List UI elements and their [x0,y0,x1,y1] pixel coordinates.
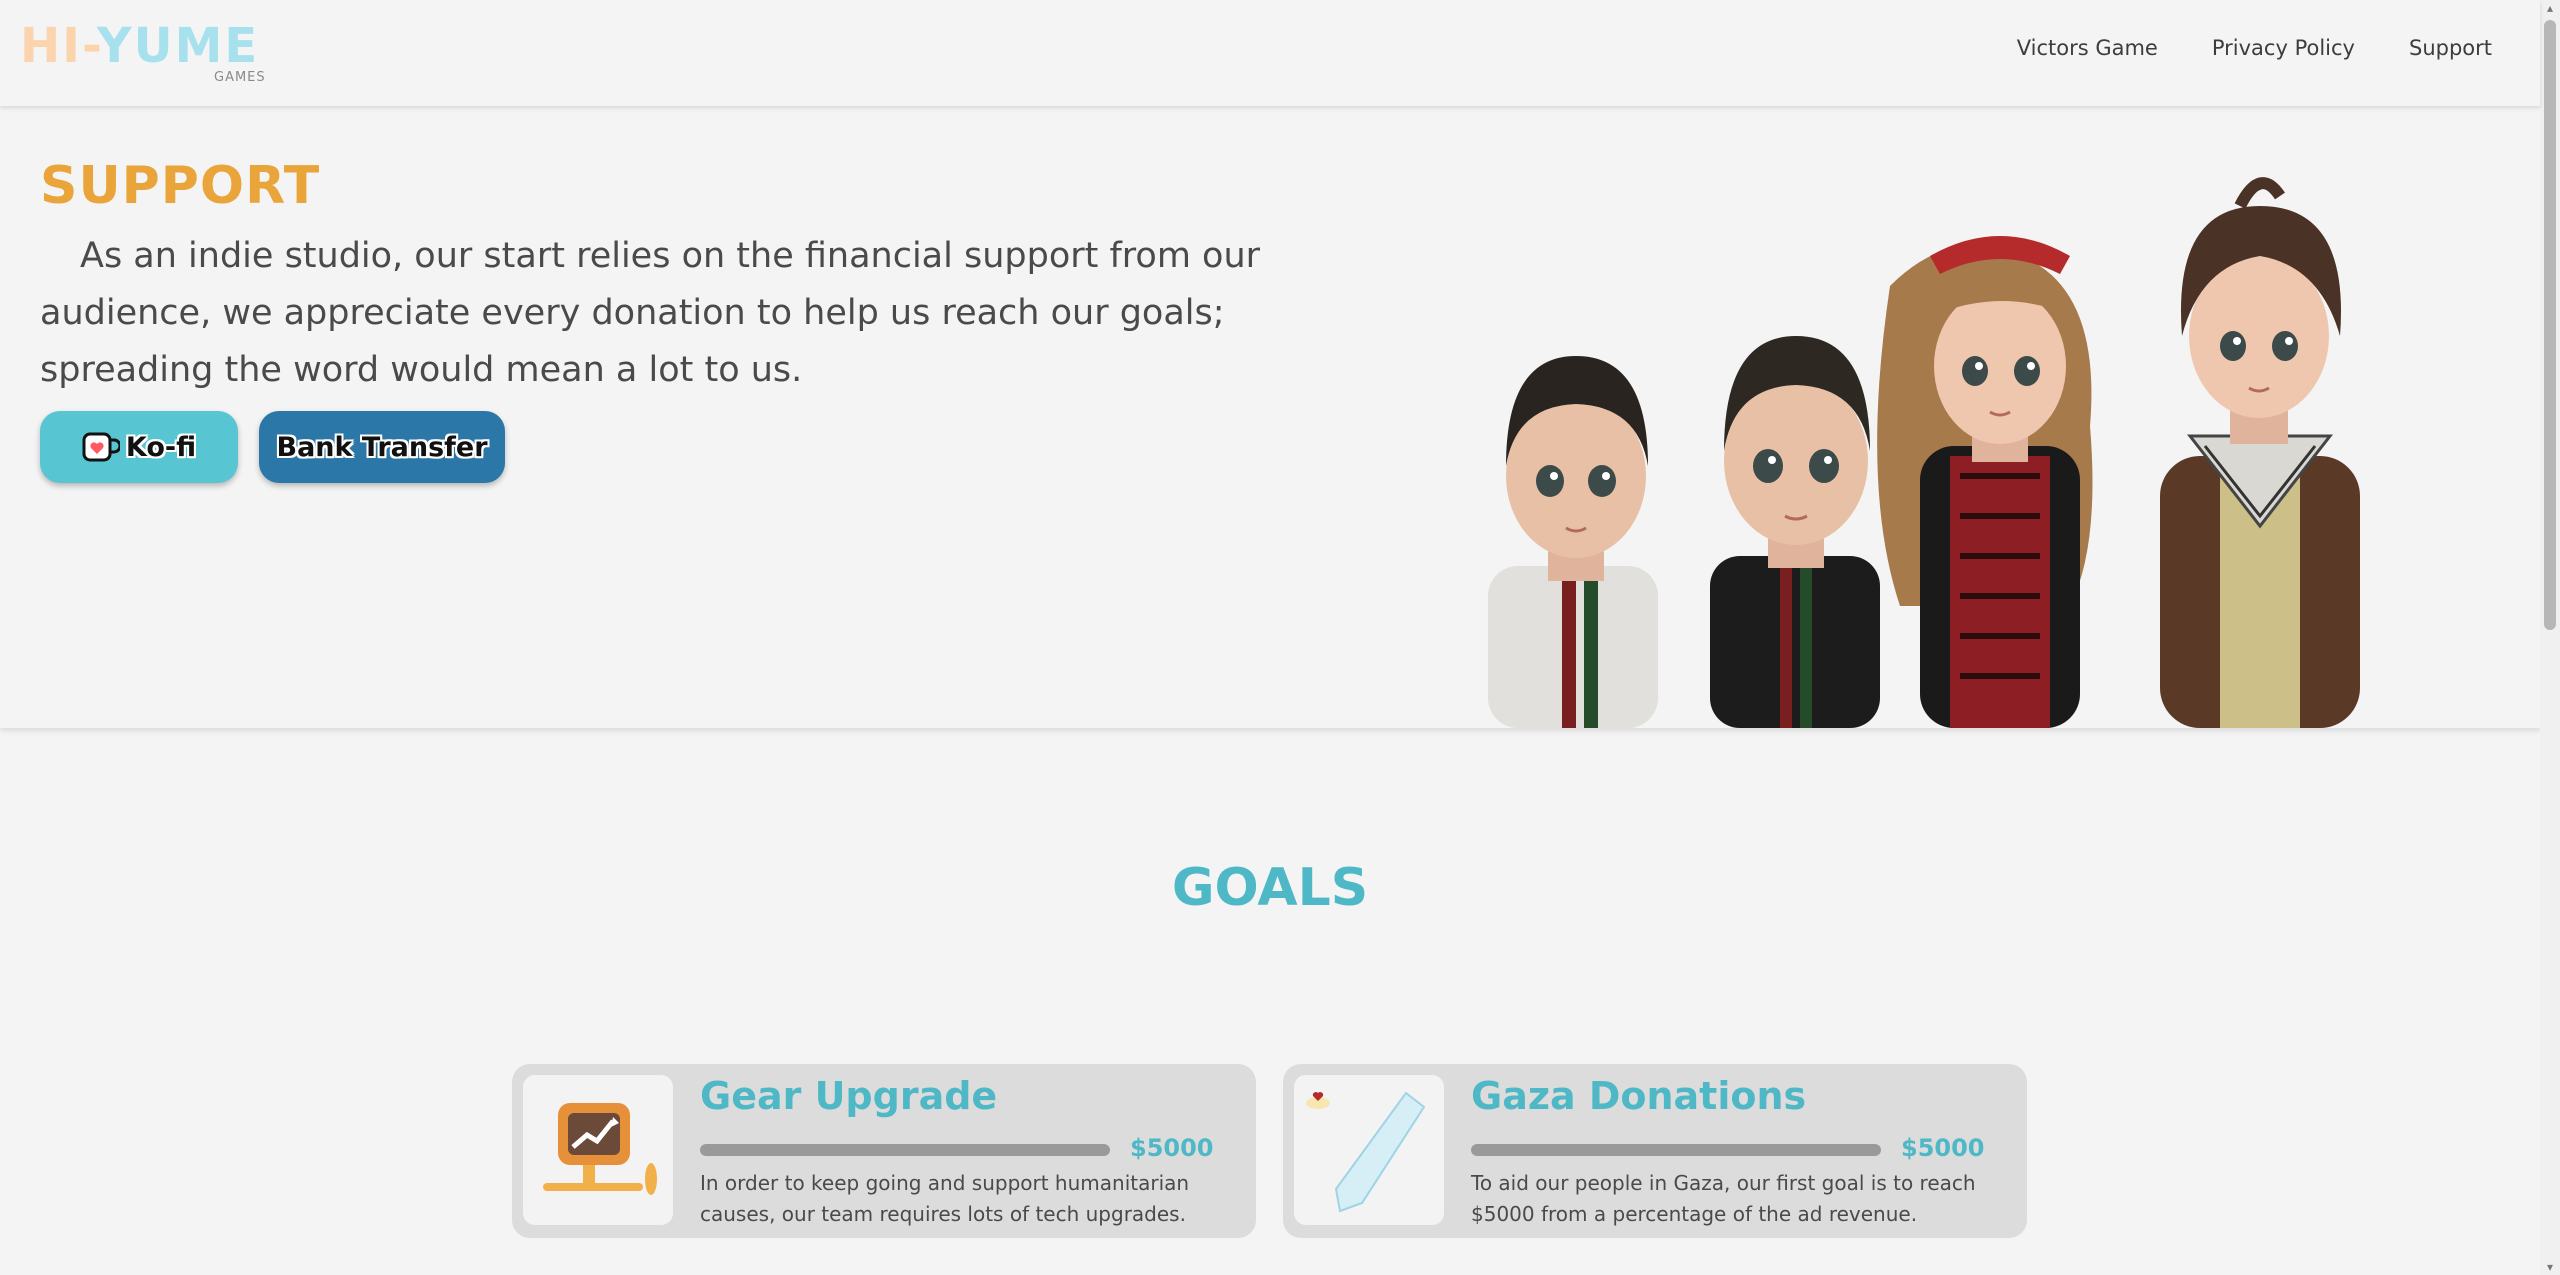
character-girl-red-dress [1877,236,2093,728]
character-boy-keffiyeh [2160,177,2360,728]
nav-link-support[interactable]: Support [2409,36,2492,60]
main-nav: Victors Game Privacy Policy Support [2017,36,2492,60]
goal-amount: $5000 [1901,1134,1985,1162]
support-section: SUPPORT As an indie studio, our start re… [0,106,2540,728]
gaza-map-icon [1294,1075,1444,1225]
nav-link-victors-game[interactable]: Victors Game [2017,36,2158,60]
goal-progress-fill [700,1144,1110,1156]
goal-amount: $5000 [1130,1134,1214,1162]
goal-title: Gear Upgrade [700,1074,998,1118]
goal-description: In order to keep going and support human… [700,1171,1190,1226]
character-boy-black [1710,336,1880,728]
coffee-cup-icon [82,432,120,462]
page-scrollbar[interactable]: ▴ ▾ [2540,0,2560,1275]
characters-illustration [1488,177,2360,728]
logo-dash: - [82,18,97,74]
scrollbar-thumb[interactable] [2544,20,2556,630]
bank-transfer-button[interactable]: Bank Transfer [259,411,505,483]
goal-card-gaza-donations: Gaza Donations $5000 To aid our people i… [1283,1064,2027,1238]
support-description: As an indie studio, our start relies on … [40,236,1261,390]
character-boy-white [1488,356,1658,728]
goal-title: Gaza Donations [1471,1074,1807,1118]
goal-progress-fill [1471,1144,1881,1156]
scroll-up-arrow-icon[interactable]: ▴ [2544,2,2556,14]
gear-upgrade-icon [523,1075,673,1225]
goal-progress-bar [700,1144,1110,1156]
site-header: HI-YUME GAMES Victors Game Privacy Polic… [0,0,2540,106]
goal-progress-bar [1471,1144,1881,1156]
bank-transfer-button-label: Bank Transfer [276,431,488,463]
nav-link-privacy-policy[interactable]: Privacy Policy [2212,36,2355,60]
goal-card-gear-upgrade: Gear Upgrade $5000 In order to keep goin… [512,1064,1256,1238]
logo-part-yume: YUME [96,18,260,74]
support-title: SUPPORT [40,156,321,216]
kofi-button-label: Ko-fi [125,431,197,463]
logo-subtitle: GAMES [214,70,266,85]
logo-wordmark: HI-YUME [20,18,259,74]
goals-title: GOALS [1171,858,1369,918]
logo-part-hi: HI [20,18,83,74]
scroll-down-arrow-icon[interactable]: ▾ [2544,1261,2556,1273]
gaza-map-illustration [1306,1091,1426,1213]
gear-upgrade-illustration [543,1103,657,1195]
hi-yume-games-logo[interactable]: HI-YUME GAMES [20,18,292,88]
kofi-button[interactable]: Ko-fi [40,411,238,483]
goal-description: To aid our people in Gaza, our first goa… [1471,1171,1976,1226]
